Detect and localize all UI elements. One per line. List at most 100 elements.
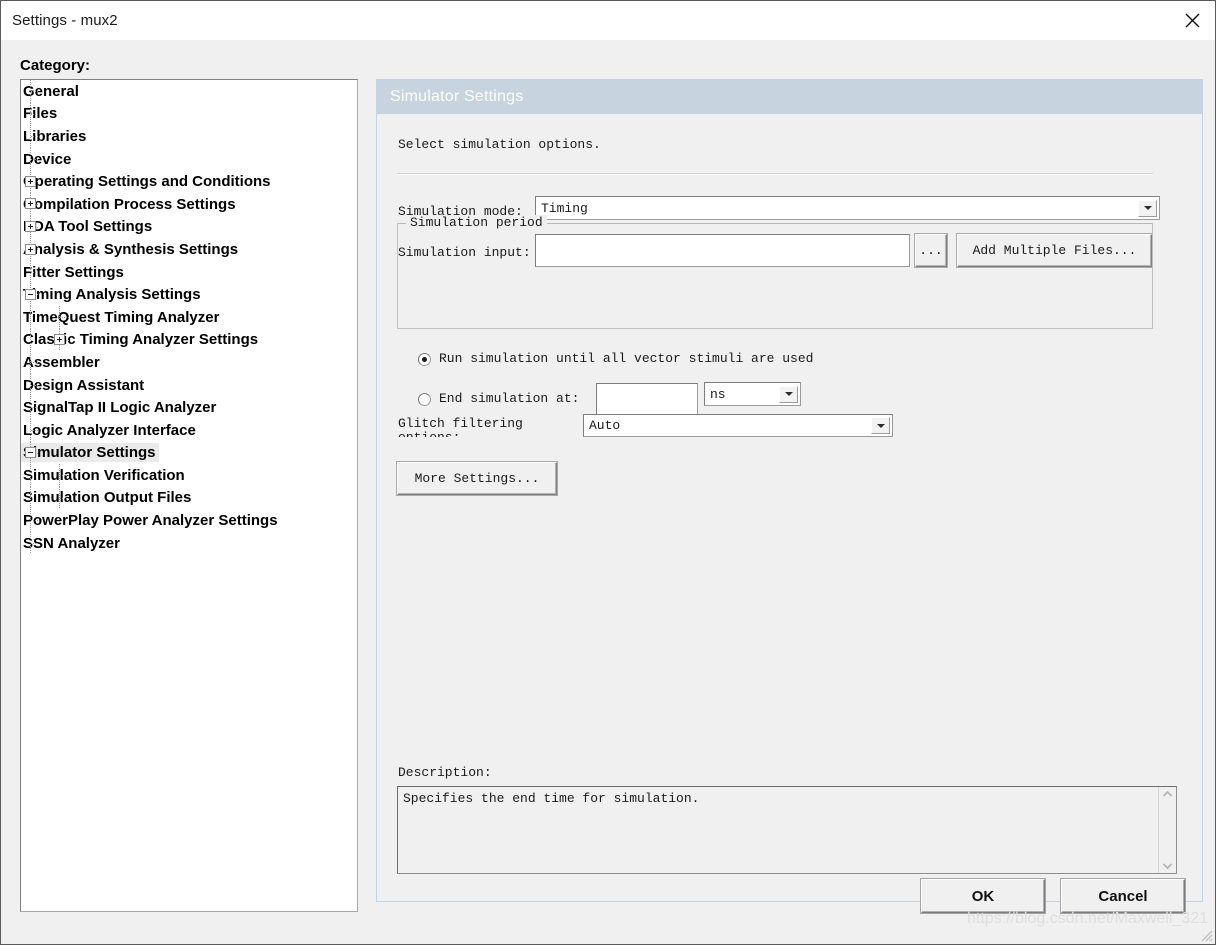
collapse-icon[interactable] bbox=[25, 447, 36, 458]
tree-guide-tick bbox=[60, 316, 69, 318]
tree-item-label: Operating Settings and Conditions bbox=[23, 173, 271, 191]
resize-grip-icon bbox=[1201, 930, 1213, 942]
expand-icon[interactable] bbox=[25, 175, 36, 187]
tree-guide-tick bbox=[31, 271, 39, 273]
tree-item-simulation-verification[interactable]: Simulation Verification bbox=[21, 464, 357, 487]
ok-button[interactable]: OK bbox=[921, 879, 1045, 913]
tree-guide-tick bbox=[31, 91, 39, 92]
tree-item-label: Compilation Process Settings bbox=[23, 195, 236, 213]
tree-guide-tick bbox=[60, 497, 69, 499]
simulation-period-legend: Simulation period bbox=[406, 215, 547, 230]
tree-item-libraries[interactable]: Libraries bbox=[21, 125, 357, 148]
cancel-button[interactable]: Cancel bbox=[1061, 879, 1185, 913]
tree-item-label: Simulator Settings bbox=[21, 443, 159, 463]
radio-run-until-all-stimuli-label: Run simulation until all vector stimuli … bbox=[439, 351, 814, 366]
tree-guide-tick bbox=[31, 113, 39, 115]
tree-item-label: Design Assistant bbox=[23, 376, 145, 394]
description-scrollbar[interactable] bbox=[1158, 787, 1176, 873]
tree-item-signaltap-ii-logic-analyzer[interactable]: SignalTap II Logic Analyzer bbox=[21, 396, 357, 419]
tree-item-label: Simulation Verification bbox=[23, 466, 185, 484]
time-unit-select[interactable]: ns bbox=[704, 382, 801, 406]
radio-end-simulation-at[interactable] bbox=[418, 393, 431, 406]
tree-item-logic-analyzer-interface[interactable]: Logic Analyzer Interface bbox=[21, 418, 357, 442]
more-settings-button[interactable]: More Settings... bbox=[397, 462, 557, 495]
expand-icon[interactable] bbox=[25, 243, 36, 255]
tree-item-ssn-analyzer[interactable]: SSN Analyzer bbox=[21, 531, 357, 555]
tree-item-analysis-synthesis-settings[interactable]: Analysis & Synthesis Settings bbox=[21, 238, 357, 261]
close-button[interactable] bbox=[1169, 1, 1215, 39]
tree-item-device[interactable]: Device bbox=[21, 147, 357, 171]
expand-icon[interactable] bbox=[25, 221, 36, 233]
collapse-icon[interactable] bbox=[25, 288, 36, 300]
dialog-body: Category: General Files Libraries Device Ope… bbox=[1, 40, 1215, 944]
panel-header: Simulator Settings bbox=[377, 80, 1202, 114]
tree-item-label: PowerPlay Power Analyzer Settings bbox=[23, 512, 278, 530]
tree-item-timing-analysis-settings[interactable]: Timing Analysis Settings bbox=[21, 283, 357, 306]
title-bar: Settings - mux2 bbox=[1, 1, 1215, 40]
tree-item-label: Simulation Output Files bbox=[23, 489, 192, 507]
tree-guide-line bbox=[30, 305, 31, 329]
glitch-filtering-select[interactable]: Auto bbox=[583, 414, 893, 437]
tree-item-label: Device bbox=[23, 150, 72, 168]
end-time-field[interactable] bbox=[596, 383, 698, 415]
simulation-mode-value: Timing bbox=[541, 200, 588, 216]
tree-item-classic-timing-analyzer-settings[interactable]: Classic Timing Analyzer Settings bbox=[21, 328, 357, 352]
tree-item-design-assistant[interactable]: Design Assistant bbox=[21, 373, 357, 397]
radio-end-simulation-at-label: End simulation at: bbox=[439, 391, 580, 406]
tree-item-eda-tool-settings[interactable]: EDA Tool Settings bbox=[21, 215, 357, 239]
tree-guide-tick bbox=[31, 407, 39, 409]
tree-item-label: TimeQuest Timing Analyzer bbox=[23, 308, 220, 326]
tree-item-fitter-settings[interactable]: Fitter Settings bbox=[21, 260, 357, 284]
tree-item-label: Timing Analysis Settings bbox=[23, 286, 201, 304]
glitch-filtering-value: Auto bbox=[589, 418, 621, 433]
tree-guide-tick bbox=[31, 384, 39, 386]
panel-intro-text: Select simulation options. bbox=[398, 137, 601, 152]
description-box: Specifies the end time for simulation. bbox=[397, 786, 1177, 874]
tree-guide-tick bbox=[60, 475, 69, 477]
glitch-filtering-label-line1: Glitch filtering bbox=[398, 417, 523, 431]
glitch-filtering-label: Glitch filtering options: bbox=[398, 417, 548, 437]
chevron-down-icon[interactable] bbox=[1138, 199, 1157, 217]
description-text: Specifies the end time for simulation. bbox=[403, 791, 700, 806]
tree-item-label: Files bbox=[23, 105, 58, 123]
tree-guide-line bbox=[30, 464, 31, 487]
expand-icon[interactable] bbox=[54, 334, 65, 346]
tree-item-label: Logic Analyzer Interface bbox=[23, 421, 196, 439]
simulation-period-group bbox=[397, 223, 1153, 329]
description-label: Description: bbox=[398, 765, 492, 780]
tree-guide-tick bbox=[31, 362, 39, 364]
tree-guide-line bbox=[30, 486, 31, 510]
tree-item-label: SignalTap II Logic Analyzer bbox=[23, 399, 217, 417]
expand-icon[interactable] bbox=[25, 198, 36, 210]
tree-item-operating-settings-and-conditions[interactable]: Operating Settings and Conditions bbox=[21, 170, 357, 193]
tree-item-simulation-output-files[interactable]: Simulation Output Files bbox=[21, 486, 357, 510]
tree-item-files[interactable]: Files bbox=[21, 102, 357, 126]
separator bbox=[397, 173, 1153, 175]
tree-item-assembler[interactable]: Assembler bbox=[21, 351, 357, 374]
tree-item-powerplay-power-analyzer-settings[interactable]: PowerPlay Power Analyzer Settings bbox=[21, 509, 357, 532]
tree-item-general[interactable]: General bbox=[21, 80, 357, 103]
tree-guide-tick bbox=[31, 136, 39, 138]
tree-guide-tick bbox=[31, 542, 39, 544]
tree-guide-tick bbox=[31, 520, 39, 522]
glitch-filtering-label-line2: options: bbox=[398, 430, 460, 438]
window-title: Settings - mux2 bbox=[12, 11, 118, 29]
chevron-down-icon[interactable] bbox=[871, 417, 890, 434]
simulation-mode-select[interactable]: Timing bbox=[535, 196, 1160, 220]
radio-run-until-all-stimuli[interactable] bbox=[418, 353, 431, 366]
chevron-up-icon[interactable] bbox=[1162, 790, 1173, 798]
tree-item-simulator-settings[interactable]: Simulator Settings bbox=[21, 441, 357, 465]
panel-title: Simulator Settings bbox=[390, 88, 524, 105]
tree-item-compilation-process-settings[interactable]: Compilation Process Settings bbox=[21, 192, 357, 216]
settings-dialog: Settings - mux2 Category: General Files Li… bbox=[0, 0, 1216, 945]
close-icon bbox=[1185, 13, 1199, 27]
chevron-down-icon[interactable] bbox=[779, 385, 798, 403]
tree-guide-tick bbox=[31, 429, 39, 431]
panel-content: Select simulation options. Simulation mo… bbox=[377, 114, 1202, 901]
category-tree[interactable]: General Files Libraries Device Operating Set… bbox=[20, 79, 358, 912]
tree-guide-tick bbox=[31, 158, 39, 160]
tree-guide-line bbox=[30, 328, 31, 352]
tree-item-label: Analysis & Synthesis Settings bbox=[23, 240, 239, 258]
tree-item-timequest-timing-analyzer[interactable]: TimeQuest Timing Analyzer bbox=[21, 305, 357, 329]
chevron-down-icon[interactable] bbox=[1162, 862, 1173, 870]
